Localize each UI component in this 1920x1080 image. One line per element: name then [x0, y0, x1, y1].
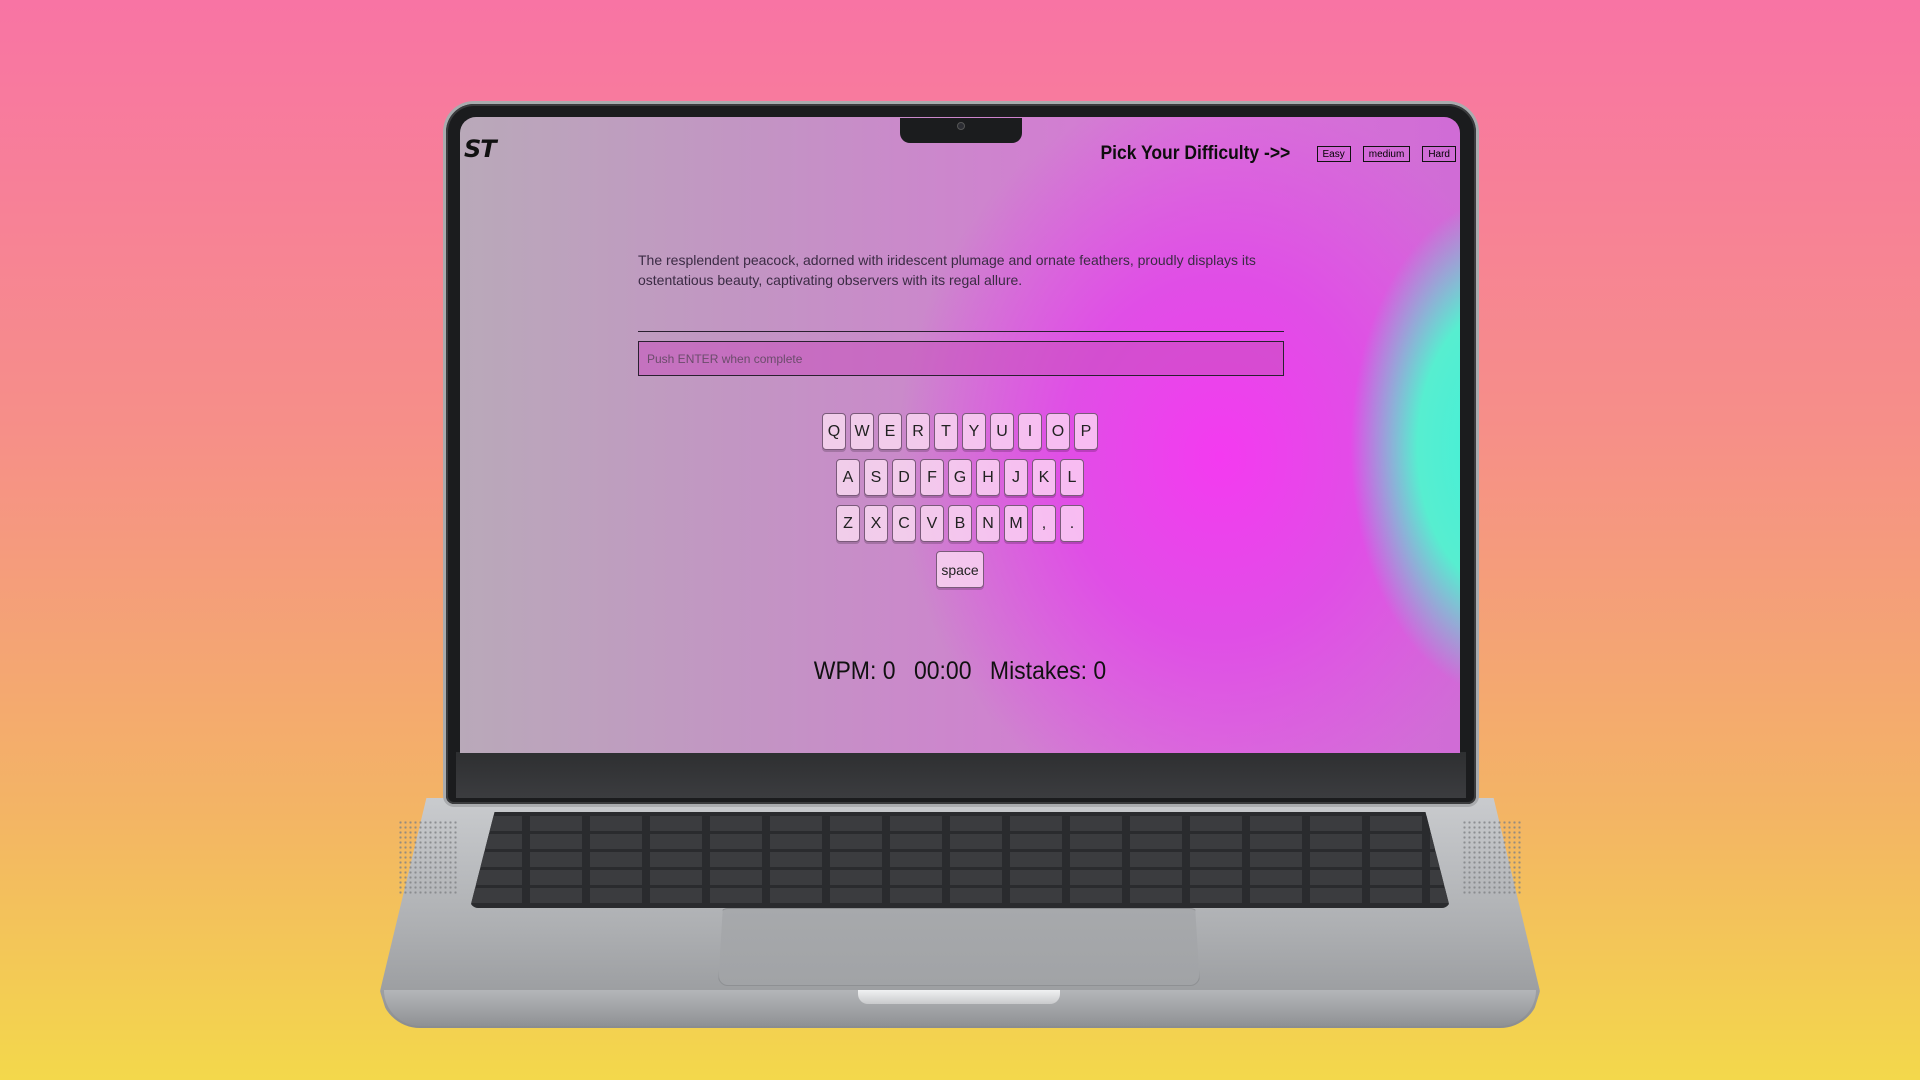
difficulty-label: Pick Your Difficulty ->>: [1100, 143, 1291, 164]
stats-bar: WPM: 0 00:00 Mistakes: 0: [500, 657, 1420, 686]
key-comma[interactable]: ,: [1032, 505, 1056, 542]
keyboard-row-2: A S D F G H J K L: [460, 459, 1460, 496]
camera-icon: [957, 122, 965, 130]
key-z[interactable]: Z: [836, 505, 860, 542]
app-screen: ST Pick Your Difficulty ->> Easy medium …: [460, 117, 1460, 753]
key-period[interactable]: .: [1060, 505, 1084, 542]
divider-line: [638, 331, 1284, 332]
lid-opening-lip: [858, 990, 1060, 1004]
app-logo: ST: [464, 135, 497, 163]
key-j[interactable]: J: [1004, 459, 1028, 496]
target-sentence: The resplendent peacock, adorned with ir…: [638, 252, 1256, 288]
key-d[interactable]: D: [892, 459, 916, 496]
difficulty-picker: Pick Your Difficulty ->> Easy medium Har…: [1084, 143, 1456, 165]
key-m[interactable]: M: [1004, 505, 1028, 542]
key-i[interactable]: I: [1018, 413, 1042, 450]
key-f[interactable]: F: [920, 459, 944, 496]
key-k[interactable]: K: [1032, 459, 1056, 496]
key-o[interactable]: O: [1046, 413, 1070, 450]
easy-button[interactable]: Easy: [1316, 146, 1351, 162]
left-speaker-grille: [398, 820, 458, 896]
typing-input[interactable]: [638, 341, 1284, 376]
hard-button[interactable]: Hard: [1422, 146, 1456, 162]
key-n[interactable]: N: [976, 505, 1000, 542]
laptop-frame: ST Pick Your Difficulty ->> Easy medium …: [0, 0, 1920, 1080]
right-speaker-grille: [1462, 820, 1522, 896]
key-u[interactable]: U: [990, 413, 1014, 450]
key-s[interactable]: S: [864, 459, 888, 496]
onscreen-keyboard: Q W E R T Y U I O P A S D F G H J K L Z …: [460, 413, 1460, 597]
key-space[interactable]: space: [936, 551, 984, 588]
medium-button[interactable]: medium: [1362, 146, 1411, 162]
keyboard-row-3: Z X C V B N M , .: [460, 505, 1460, 542]
key-x[interactable]: X: [864, 505, 888, 542]
keyboard-row-4: space: [460, 551, 1460, 588]
mistakes-counter: Mistakes: 0: [989, 657, 1107, 685]
key-w[interactable]: W: [850, 413, 874, 450]
key-r[interactable]: R: [906, 413, 930, 450]
key-e[interactable]: E: [878, 413, 902, 450]
trackpad: [718, 908, 1200, 986]
key-q[interactable]: Q: [822, 413, 846, 450]
key-t[interactable]: T: [934, 413, 958, 450]
keyboard-row-1: Q W E R T Y U I O P: [460, 413, 1460, 450]
key-b[interactable]: B: [948, 505, 972, 542]
laptop-keyboard: [470, 812, 1450, 908]
screen-chin: [456, 752, 1466, 798]
key-y[interactable]: Y: [962, 413, 986, 450]
key-a[interactable]: A: [836, 459, 860, 496]
key-h[interactable]: H: [976, 459, 1000, 496]
key-p[interactable]: P: [1074, 413, 1098, 450]
wpm-counter: WPM: 0: [813, 657, 896, 685]
key-c[interactable]: C: [892, 505, 916, 542]
key-l[interactable]: L: [1060, 459, 1084, 496]
key-g[interactable]: G: [948, 459, 972, 496]
key-v[interactable]: V: [920, 505, 944, 542]
timer: 00:00: [913, 657, 972, 685]
